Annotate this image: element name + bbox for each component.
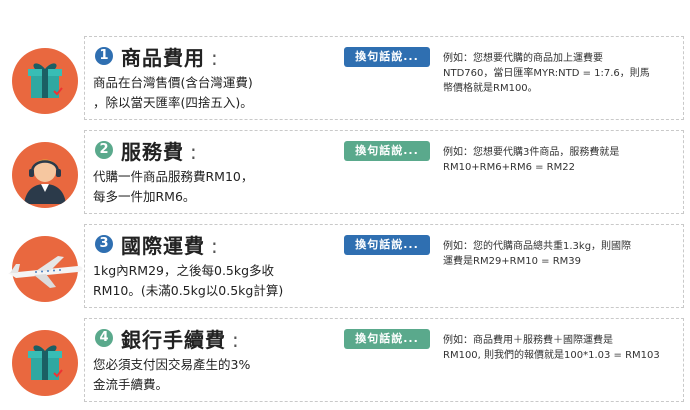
fee-row-service: 2 服務費: 代購一件商品服務費RM10， 每多一件加RM6。 換句話說... …: [0, 130, 690, 222]
fee-description: 商品在台灣售價(含台灣運費) ，除以當天匯率(四捨五入)。: [93, 75, 253, 110]
fee-example: 例如：您的代購商品總共重1.3kg，則國際 運費是RM29+RM10 = RM3…: [443, 241, 632, 267]
fee-title: 銀行手續費:: [121, 324, 240, 353]
fee-title: 商品費用:: [121, 42, 219, 71]
explain-button[interactable]: 換句話說...: [344, 141, 430, 161]
gift-icon: [12, 330, 78, 396]
step-number: 3: [95, 235, 113, 253]
fee-title-text: 商品費用: [121, 46, 205, 70]
fee-card: 3 國際運費: 1kg內RM29，之後每0.5kg多收 RM10。(未滿0.5k…: [84, 224, 684, 308]
fee-example: 例如：商品費用＋服務費＋國際運費是 RM100, 則我們的報價就是100*1.0…: [443, 335, 660, 361]
airplane-icon: [8, 236, 83, 302]
title-colon: :: [232, 328, 240, 352]
fee-card: 1 商品費用: 商品在台灣售價(含台灣運費) ，除以當天匯率(四捨五入)。 換句…: [84, 36, 684, 120]
fee-title-text: 銀行手續費: [121, 328, 226, 352]
fee-card: 4 銀行手續費: 您必須支付因交易產生的3% 金流手續費。 換句話說... 例如…: [84, 318, 684, 402]
fee-title: 服務費:: [121, 136, 198, 165]
fee-row-bank: 4 銀行手續費: 您必須支付因交易產生的3% 金流手續費。 換句話說... 例如…: [0, 318, 690, 410]
fee-title-text: 服務費: [121, 140, 184, 164]
title-colon: :: [190, 140, 198, 164]
explain-button[interactable]: 換句話說...: [344, 235, 430, 255]
step-number: 1: [95, 47, 113, 65]
title-colon: :: [211, 234, 219, 258]
step-number: 4: [95, 329, 113, 347]
fee-row-shipping: 3 國際運費: 1kg內RM29，之後每0.5kg多收 RM10。(未滿0.5k…: [0, 224, 690, 316]
fee-title-text: 國際運費: [121, 234, 205, 258]
explain-button[interactable]: 換句話說...: [344, 329, 430, 349]
fee-description: 1kg內RM29，之後每0.5kg多收 RM10。(未滿0.5kg以0.5kg計…: [93, 263, 284, 298]
agent-icon: [12, 142, 78, 208]
fee-row-product: 1 商品費用: 商品在台灣售價(含台灣運費) ，除以當天匯率(四捨五入)。 換句…: [0, 36, 690, 128]
step-number: 2: [95, 141, 113, 159]
title-colon: :: [211, 46, 219, 70]
gift-icon: [12, 48, 78, 114]
explain-button[interactable]: 換句話說...: [344, 47, 430, 67]
fee-card: 2 服務費: 代購一件商品服務費RM10， 每多一件加RM6。 換句話說... …: [84, 130, 684, 214]
fee-example: 例如：您想要代購3件商品，服務費就是 RM10+RM6+RM6 = RM22: [443, 147, 620, 173]
fee-description: 代購一件商品服務費RM10， 每多一件加RM6。: [93, 169, 254, 204]
fee-title: 國際運費:: [121, 230, 219, 259]
fee-description: 您必須支付因交易產生的3% 金流手續費。: [93, 357, 251, 392]
fee-example: 例如：您想要代購的商品加上運費要 NTD760，當日匯率MYR:NTD = 1:…: [443, 53, 650, 94]
